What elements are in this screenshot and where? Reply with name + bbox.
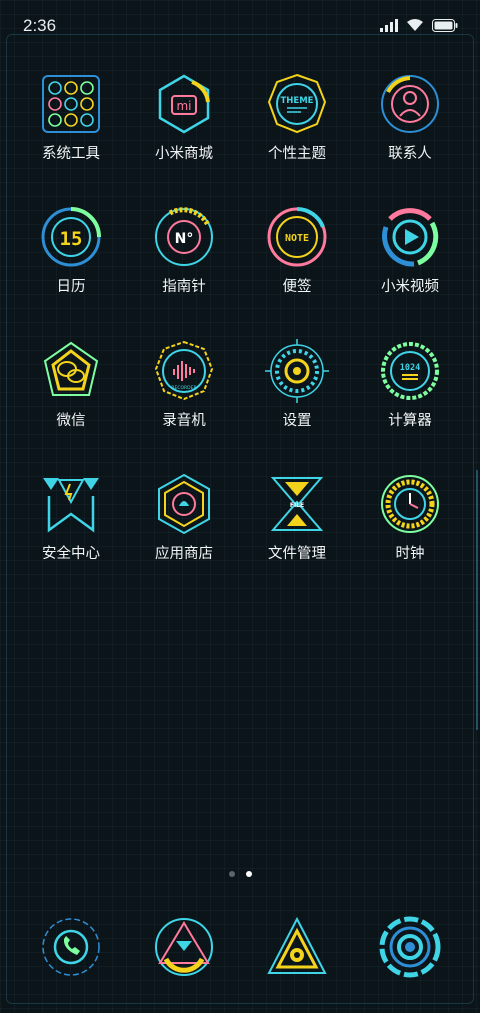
page-indicator: [0, 871, 480, 877]
page-dot-active[interactable]: [245, 871, 252, 877]
app-file-manager[interactable]: FILE 文件管理: [237, 472, 357, 563]
theme-icon: THEME: [267, 73, 327, 134]
compass-icon-text: N°: [175, 231, 194, 247]
app-security[interactable]: 安全中心: [11, 472, 131, 563]
app-themes[interactable]: THEME 个性主题: [237, 72, 357, 163]
app-store-icon: [158, 473, 210, 535]
wechat-icon: [43, 341, 99, 396]
app-label: 设置: [282, 413, 312, 429]
camera-icon: [379, 916, 441, 978]
recorder-icon: RECORDER: [154, 340, 214, 401]
messages-icon: [155, 918, 213, 976]
app-mi-video[interactable]: 小米视频: [350, 205, 470, 296]
page-dot[interactable]: [228, 871, 235, 877]
file-icon-text: FILE: [290, 502, 304, 509]
app-label: 计算器: [388, 413, 432, 429]
status-time: 2:36: [23, 16, 57, 35]
video-icon: [382, 208, 439, 267]
file-icon: FILE: [270, 477, 324, 531]
app-recorder[interactable]: RECORDER 录音机: [124, 339, 244, 430]
app-compass[interactable]: N° 指南针: [124, 205, 244, 296]
app-label: 个性主题: [268, 146, 326, 162]
app-label: 日历: [56, 279, 86, 295]
app-label: 时钟: [395, 546, 425, 562]
battery-icon: [432, 18, 458, 32]
app-settings[interactable]: 设置: [237, 339, 357, 430]
contacts-icon: [381, 75, 439, 133]
dock-browser[interactable]: [237, 915, 357, 979]
calendar-icon: 15: [41, 207, 101, 267]
browser-icon: [267, 916, 327, 974]
notes-icon: NOTE: [267, 207, 327, 267]
dock-phone[interactable]: [11, 915, 131, 979]
signal-icon: [380, 18, 398, 32]
settings-icon: [265, 339, 329, 403]
app-calendar[interactable]: 15 日历: [11, 205, 131, 296]
app-wechat[interactable]: 微信: [11, 339, 131, 430]
phone-icon: [42, 918, 100, 976]
status-bar: 2:36: [0, 0, 480, 52]
clock-icon: [381, 475, 439, 533]
app-label: 便签: [282, 279, 312, 295]
app-app-store[interactable]: 应用商店: [124, 472, 244, 563]
notes-icon-text: NOTE: [285, 233, 309, 244]
app-notes[interactable]: NOTE 便签: [237, 205, 357, 296]
app-label: 应用商店: [155, 546, 213, 562]
app-label: 微信: [56, 413, 86, 429]
calculator-icon: 1024: [381, 342, 439, 400]
security-icon: [43, 478, 99, 533]
app-label: 联系人: [388, 146, 432, 162]
app-mi-store[interactable]: mi 小米商城: [124, 72, 244, 163]
app-label: 系统工具: [42, 146, 100, 162]
system-tools-icon: [42, 75, 100, 133]
status-icons: [380, 18, 458, 32]
dock: [0, 915, 480, 987]
app-label: 小米视频: [381, 279, 439, 295]
calculator-icon-text: 1024: [400, 363, 420, 373]
compass-icon: N°: [155, 207, 213, 266]
mi-store-icon: mi: [158, 74, 210, 134]
app-calculator[interactable]: 1024 计算器: [350, 339, 470, 430]
app-label: 文件管理: [268, 546, 326, 562]
app-label: 指南针: [162, 279, 206, 295]
wifi-icon: [407, 19, 423, 31]
app-label: 小米商城: [155, 146, 213, 162]
app-label: 录音机: [162, 413, 206, 429]
frame-side-decoration: [472, 470, 478, 730]
recorder-icon-text: RECORDER: [171, 385, 196, 391]
dock-camera[interactable]: [350, 915, 470, 979]
app-label: 安全中心: [42, 546, 100, 562]
app-clock[interactable]: 时钟: [350, 472, 470, 563]
theme-icon-text: THEME: [281, 96, 314, 106]
app-contacts[interactable]: 联系人: [350, 72, 470, 163]
dock-messages[interactable]: [124, 915, 244, 979]
svg-text:mi: mi: [176, 99, 191, 113]
calendar-icon-text: 15: [60, 228, 83, 250]
app-system-tools[interactable]: 系统工具: [11, 72, 131, 163]
